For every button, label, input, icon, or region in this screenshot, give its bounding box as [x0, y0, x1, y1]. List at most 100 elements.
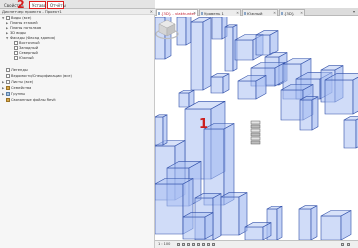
model-box-face[interactable]	[155, 116, 164, 146]
tab-properties[interactable]: Свойства	[1, 1, 24, 9]
legend-icon	[6, 68, 10, 72]
temporary-hide-icon[interactable]	[207, 243, 210, 246]
model-box[interactable]	[178, 89, 195, 108]
tree-item-label: Планы потолков	[10, 26, 42, 30]
tab-3d-view-active[interactable]: {3D} - vlakhunter ✕	[156, 9, 198, 16]
model-box-face[interactable]	[155, 183, 184, 235]
model-box-face[interactable]	[298, 208, 312, 240]
left-panel-tabs: Свойства Уставс Отчёты 2	[0, 0, 155, 10]
reveal-hidden-icon[interactable]	[212, 243, 215, 246]
model-box-face[interactable]	[311, 96, 319, 131]
model-box-face[interactable]	[202, 17, 212, 91]
workset-icon[interactable]	[347, 243, 350, 246]
model-box-face[interactable]	[352, 73, 358, 115]
model-box[interactable]	[299, 96, 319, 131]
group-icon	[6, 92, 10, 96]
model-box[interactable]	[176, 17, 192, 46]
model-box-face[interactable]	[255, 34, 271, 56]
model-box[interactable]	[190, 17, 212, 91]
model-box-face[interactable]	[204, 212, 214, 240]
model-box-face[interactable]	[182, 216, 206, 240]
model-box-face[interactable]	[190, 21, 204, 91]
model-box[interactable]	[320, 209, 352, 241]
3d-viewport[interactable]: 1	[155, 17, 358, 240]
model-box[interactable]	[255, 30, 279, 56]
model-box-face[interactable]	[244, 226, 264, 240]
model-box[interactable]	[155, 114, 168, 146]
model-box-face[interactable]	[185, 17, 192, 46]
tab-level-1[interactable]: Уровень 1 ✕	[199, 9, 241, 16]
model-box-face[interactable]	[320, 215, 342, 240]
shadows-icon[interactable]	[192, 243, 195, 246]
tree-item-south[interactable]: Южный	[14, 56, 34, 61]
tree-item-label: Ведомости/Спецификации (все)	[11, 74, 72, 78]
view-cube-icon[interactable]	[155, 17, 179, 41]
model-box-face[interactable]	[178, 92, 190, 108]
model-box-face[interactable]	[224, 26, 234, 72]
model-box[interactable]	[237, 74, 267, 100]
model-box-face[interactable]	[343, 119, 357, 149]
model-box-face[interactable]	[343, 116, 358, 121]
close-icon[interactable]: ✕	[236, 10, 239, 16]
model-box-face[interactable]	[222, 73, 230, 94]
close-icon[interactable]: ✕	[300, 10, 303, 16]
view-scale[interactable]: 1 : 100	[158, 242, 170, 247]
close-icon[interactable]: ✕	[193, 10, 196, 16]
sun-path-icon[interactable]	[187, 243, 190, 246]
model-box[interactable]	[182, 212, 214, 240]
selected-element[interactable]	[250, 120, 261, 145]
tree-item-label: 3D виды	[10, 31, 26, 35]
tab-browser[interactable]: Уставс	[29, 1, 46, 9]
model-box[interactable]	[220, 192, 248, 236]
tab-reports[interactable]: Отчёты	[47, 1, 66, 9]
tree-item-label: Восточный	[19, 41, 40, 45]
model-box-face[interactable]	[210, 76, 224, 94]
selected-element-slab[interactable]	[250, 128, 261, 133]
selected-element-slab[interactable]	[250, 132, 261, 137]
tree-item-families[interactable]: ▶ Семейства	[2, 86, 31, 91]
selected-element-slab[interactable]	[250, 140, 261, 145]
selected-element-slab[interactable]	[250, 124, 261, 129]
tree-item-legends[interactable]: Легенды	[2, 68, 28, 73]
tab-label: {3D}	[284, 11, 295, 16]
model-box-face[interactable]	[276, 205, 283, 240]
model-box-face[interactable]	[211, 17, 223, 40]
model-box-face[interactable]	[162, 114, 168, 146]
tree-item-label: Легенды	[11, 68, 28, 72]
3d-model-scene[interactable]	[155, 17, 358, 240]
model-box-face[interactable]	[220, 196, 240, 236]
model-box[interactable]	[210, 73, 230, 94]
show-crop-icon[interactable]	[202, 243, 205, 246]
model-box-face[interactable]	[299, 99, 313, 131]
close-icon[interactable]: ✕	[150, 9, 153, 15]
tree-item-schedules[interactable]: Ведомости/Спецификации (все)	[2, 74, 72, 79]
tree-item-revit-links[interactable]: Связанные файлы Revit	[2, 98, 56, 103]
model-box[interactable]	[324, 73, 358, 115]
tab-3d[interactable]: {3D} ✕	[279, 9, 305, 16]
chevron-down-icon[interactable]: ▾	[353, 9, 355, 14]
views-icon	[6, 16, 10, 20]
tree-item-groups[interactable]: ▶ Группы	[2, 92, 25, 97]
model-box[interactable]	[244, 222, 272, 240]
model-box-face[interactable]	[269, 30, 279, 56]
visual-style-icon[interactable]	[182, 243, 185, 246]
model-box-face[interactable]	[340, 209, 352, 241]
detail-level-icon[interactable]	[177, 243, 180, 246]
model-box-face[interactable]	[234, 39, 254, 61]
selected-element-slab[interactable]	[250, 136, 261, 141]
elevation-view-icon	[14, 41, 18, 45]
filter-icon[interactable]	[341, 243, 344, 246]
tree-item-sheets[interactable]: ▶ Листы (все)	[2, 80, 33, 85]
model-box[interactable]	[343, 116, 358, 149]
model-box-face[interactable]	[324, 79, 354, 115]
tab-south[interactable]: Южный ✕	[242, 9, 278, 16]
selected-element-slab[interactable]	[250, 120, 261, 125]
close-icon[interactable]: ✕	[273, 10, 276, 16]
model-box-face[interactable]	[310, 205, 318, 240]
browser-title: Диспетчер проекта - Проект1	[2, 9, 62, 14]
model-box-face[interactable]	[237, 80, 257, 100]
project-browser-panel: Свойства Уставс Отчёты 2 Диспетчер проек…	[0, 0, 155, 248]
crop-view-icon[interactable]	[197, 243, 200, 246]
model-box[interactable]	[298, 205, 318, 240]
model-box-face[interactable]	[212, 193, 222, 240]
